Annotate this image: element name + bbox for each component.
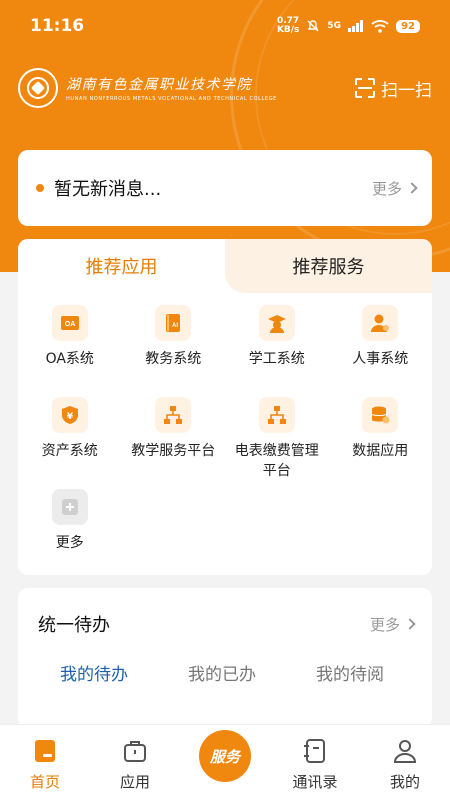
user-icon [393,740,417,763]
svg-text:¥: ¥ [67,412,74,422]
wifi-icon [371,19,389,33]
nav-me[interactable]: 我的 [360,725,450,800]
todo-more-label: 更多 [369,615,400,634]
svg-text:OA: OA [65,321,76,328]
tab-my-to-read[interactable]: 我的待阅 [286,660,414,685]
nav-label: 首页 [29,773,60,791]
status-time: 11:16 [30,16,85,36]
speed-unit: KB/s [276,25,300,35]
app-label: 教学服务平台 [131,443,216,459]
todo-card: 统一待办 更多 我的待办 我的已办 我的待阅 [18,588,432,728]
scan-label: 扫一扫 [381,80,432,101]
chevron-right-icon [406,182,418,194]
notice-dot [36,184,44,192]
app-academic[interactable]: AI 教务系统 [122,303,226,395]
network-speed: 0.77 KB/s [277,17,299,35]
notice-more-link[interactable]: 更多 [371,178,418,199]
app-teaching-service[interactable]: 教学服务平台 [122,395,226,487]
app-oa[interactable]: OA OA系统 [18,303,122,395]
database-icon [362,397,399,433]
app-label: 更多 [55,535,84,551]
oa-icon: OA [51,305,88,341]
org-chart-icon [155,397,192,433]
header-bar: 湖南有色金属职业技术学院 HUNAN NONFERROUS METALS VOC… [18,66,432,110]
book-ai-icon: AI [155,305,192,341]
app-label: 电表缴费管理平台 [234,443,319,479]
scan-button[interactable]: 扫一扫 [355,76,432,101]
app-meter-billing[interactable]: 电表缴费管理平台 [225,395,329,487]
todo-more-link[interactable]: 更多 [369,614,416,635]
svg-text:AI: AI [172,323,178,329]
nav-label: 通讯录 [292,773,338,791]
home-icon [35,740,55,762]
school-name: 湖南有色金属职业技术学院 HUNAN NONFERROUS METALS VOC… [66,74,355,102]
bottom-nav: 首页 应用 服务 通讯录 我的 [0,724,450,800]
nav-service[interactable]: 服务 [180,725,270,800]
app-label: 学工系统 [248,351,305,367]
person-icon [362,305,399,341]
plus-icon [51,489,88,525]
scan-icon [355,78,375,98]
school-name-cn: 湖南有色金属职业技术学院 [66,77,252,93]
network-type: 5G [327,21,342,31]
signal-icon [348,20,364,32]
tab-recommended-apps[interactable]: 推荐应用 [18,239,225,293]
briefcase-icon [124,741,146,762]
service-button[interactable]: 服务 [199,730,251,782]
apps-grid: OA OA系统 AI 教务系统 学工系统 人事系统 ¥ 资产系统 教学服务平台 … [18,293,432,575]
app-data[interactable]: 数据应用 [329,395,433,487]
app-label: 教务系统 [145,351,202,367]
mute-icon [307,20,319,32]
app-label: OA系统 [45,351,94,367]
battery-level: 92 [396,19,420,33]
nav-home[interactable]: 首页 [0,725,90,800]
apps-card: 推荐应用 推荐服务 OA OA系统 AI 教务系统 学工系统 人事系统 ¥ 资产… [18,239,432,575]
tab-recommended-services[interactable]: 推荐服务 [225,239,432,293]
notice-card[interactable]: 暂无新消息... 更多 [18,150,432,226]
nav-apps[interactable]: 应用 [90,725,180,800]
nav-label: 我的 [389,773,420,791]
notice-more-label: 更多 [371,179,402,198]
student-icon [258,305,295,341]
app-label: 资产系统 [41,443,98,459]
status-bar: 11:16 0.77 KB/s 5G 92 [0,0,450,52]
nav-contacts[interactable]: 通讯录 [270,725,360,800]
app-assets[interactable]: ¥ 资产系统 [18,395,122,487]
tab-my-todo[interactable]: 我的待办 [30,660,158,685]
yen-shield-icon: ¥ [51,397,88,433]
chevron-right-icon [404,618,416,630]
app-student-affairs[interactable]: 学工系统 [225,303,329,395]
app-label: 数据应用 [352,443,409,459]
contacts-book-icon [304,739,325,763]
school-logo-icon [18,68,58,108]
school-name-en: HUNAN NONFERROUS METALS VOCATIONAL AND T… [66,96,277,102]
app-more[interactable]: 更多 [18,487,122,575]
todo-tabs: 我的待办 我的已办 我的待阅 [18,660,432,685]
tab-my-done[interactable]: 我的已办 [158,660,286,685]
nav-label: 应用 [119,773,150,791]
org-chart-icon [258,397,295,433]
app-hr[interactable]: 人事系统 [329,303,433,395]
notice-message: 暂无新消息... [54,179,162,200]
app-label: 人事系统 [352,351,409,367]
todo-title: 统一待办 [38,615,110,636]
apps-tabs: 推荐应用 推荐服务 [18,239,432,293]
